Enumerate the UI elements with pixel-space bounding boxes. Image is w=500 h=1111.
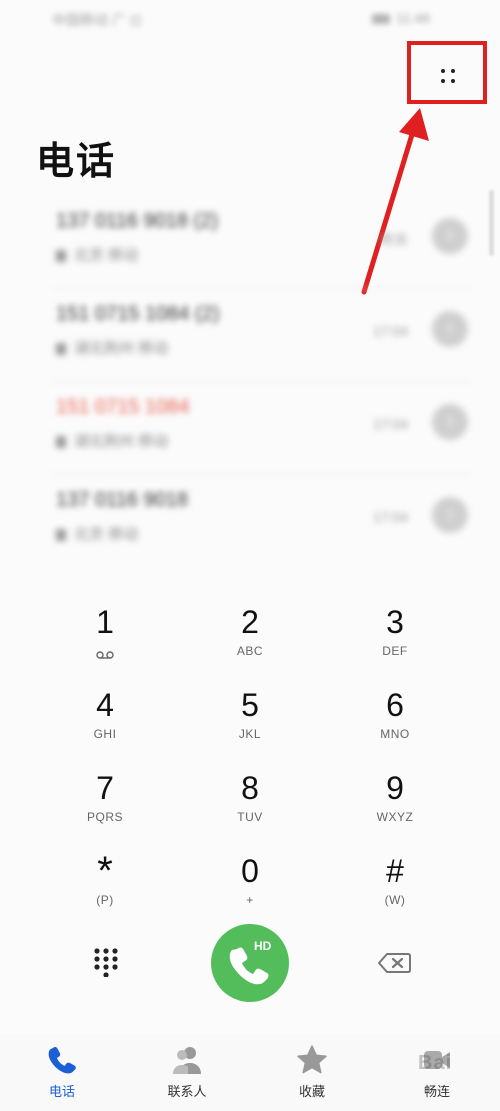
key-0[interactable]: 0 + [180,823,320,907]
phone-icon [48,1047,76,1074]
key-letters: ABC [236,644,264,658]
call-number: 151 0715 1084 (2) [56,303,220,325]
scrollbar[interactable] [489,190,494,256]
call-number-missed: 151 0715 1084 [56,396,190,418]
call-location: 湖北荆州 移动 [56,337,168,358]
key-5[interactable]: 5 JKL [180,657,320,741]
key-letters: + [246,893,254,907]
backspace-icon [378,953,411,973]
carrier-text: 中国移动 广 ⊡ [52,12,142,28]
call-info-icon[interactable]: i [432,404,468,440]
sim-icon [56,436,66,449]
call-log-row[interactable]: 151 0715 1084 湖北荆州 移动 17:04 i [52,382,472,475]
key-digit: 2 [241,604,259,640]
key-letters: GHI [93,727,117,741]
dialpad-grid-icon [94,948,118,977]
call-number: 137 0116 9018 [56,489,188,511]
nav-tab-contacts[interactable]: 联系人 [137,1044,237,1104]
status-bar: 中国移动 广 ⊡ 11:48 [0,0,500,36]
call-log-row[interactable]: 137 0116 9018 (2) 北京 移动 昨天 i [52,196,472,289]
key-1[interactable]: 1 [35,574,175,659]
key-2[interactable]: 2 ABC [180,574,320,658]
key-star[interactable]: * (P) [35,823,175,907]
key-digit: 3 [386,604,404,640]
dialer-screen: 中国移动 广 ⊡ 11:48 电话 137 0116 9018 (2) 北京 移… [0,0,500,1111]
nav-label: 联系人 [167,1084,207,1099]
key-letters: TUV [237,810,263,824]
key-letters: JKL [238,727,262,741]
sim-icon [56,250,66,263]
key-letters: DEF [382,644,408,658]
key-digit: * [97,849,113,893]
key-digit: 6 [386,687,404,723]
key-7[interactable]: 7 PQRS [35,740,175,824]
call-log-list: 137 0116 9018 (2) 北京 移动 昨天 i 151 0715 10… [52,196,472,567]
key-letters: (P) [96,893,114,907]
key-letters: (W) [384,893,406,907]
key-4[interactable]: 4 GHI [35,657,175,741]
call-time: 昨天 [380,232,408,248]
call-location: 北京 移动 [56,244,138,265]
key-3[interactable]: 3 DEF [325,574,465,658]
key-hash[interactable]: # (W) [325,823,465,907]
call-location: 湖北荆州 移动 [56,430,168,451]
key-8[interactable]: 8 TUV [180,740,320,824]
watermark-text: Bai [418,1052,453,1074]
sim-icon [56,343,66,356]
call-number: 137 0116 9018 (2) [56,210,218,232]
key-digit: 4 [96,687,114,723]
call-location: 北京 移动 [56,523,138,544]
nav-label: 收藏 [298,1084,325,1099]
voicemail-icon [96,646,114,659]
sim-icon [56,529,66,542]
call-time: 17:04 [372,509,408,525]
backspace-button[interactable] [372,946,416,980]
nav-label: 畅连 [423,1084,450,1099]
key-digit: 1 [96,604,114,640]
key-digit: 7 [96,770,114,806]
call-button[interactable]: HD [211,924,289,1002]
clock-text: 11:48 [396,10,430,26]
contacts-icon [173,1047,201,1074]
key-digit: 8 [241,770,259,806]
key-digit: # [386,853,404,889]
nav-label: 电话 [48,1084,75,1099]
page-title: 电话 [36,141,117,183]
call-time: 17:04 [372,323,408,339]
nav-tab-phone[interactable]: 电话 [12,1044,112,1104]
key-6[interactable]: 6 MNO [325,657,465,741]
call-log-row[interactable]: 137 0116 9018 北京 移动 17:04 i [52,475,472,567]
call-info-icon[interactable]: i [432,218,468,254]
key-digit: 9 [386,770,404,806]
call-info-icon[interactable]: i [432,497,468,533]
phone-handset-icon [229,947,269,985]
more-dots-icon [437,65,459,87]
call-time: 17:04 [372,416,408,432]
star-icon [297,1045,327,1074]
key-letters: MNO [380,727,410,741]
key-9[interactable]: 9 WXYZ [325,740,465,824]
key-digit: 0 [241,853,259,889]
more-options-button[interactable] [422,56,474,96]
hd-badge: HD [254,939,272,953]
key-digit: 5 [241,687,259,723]
clock-area: 11:48 [372,10,430,26]
battery-icon [372,14,390,25]
dialpad-toggle-button[interactable] [86,942,126,982]
call-log-row[interactable]: 151 0715 1084 (2) 湖北荆州 移动 17:04 i [52,289,472,382]
call-info-icon[interactable]: i [432,311,468,347]
key-letters: WXYZ [376,810,414,824]
key-letters: PQRS [86,810,123,824]
nav-tab-favorites[interactable]: 收藏 [262,1044,362,1104]
